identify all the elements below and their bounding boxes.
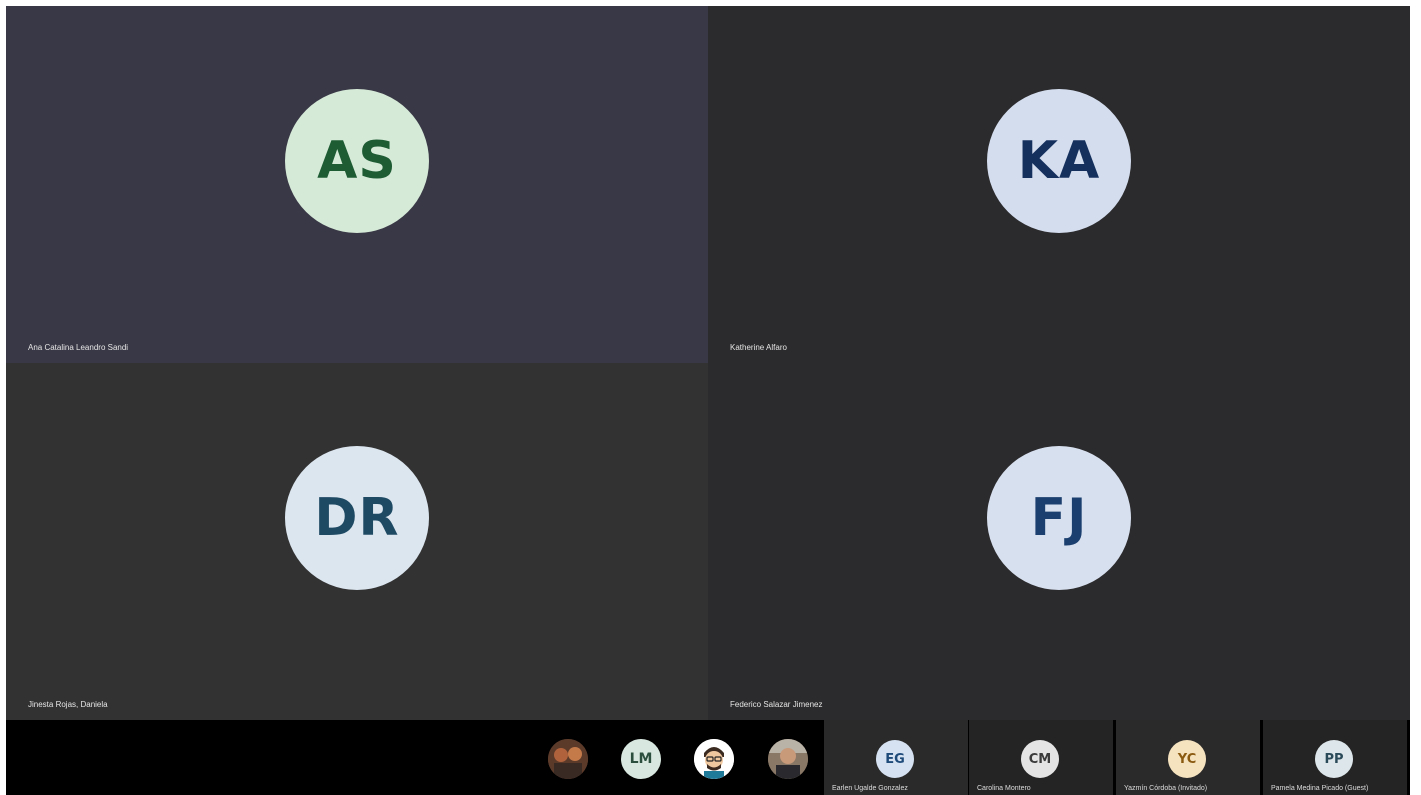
avatar: PP [1315,740,1353,778]
participant-tile-3[interactable]: DR Jinesta Rojas, Daniela [6,363,708,720]
participant-name: Ana Catalina Leandro Sandi [28,343,129,352]
participant-name: Jinesta Rojas, Daniela [28,700,108,709]
avatar: AS [285,88,429,233]
avatar: KA [987,88,1131,233]
participant-name: Yazmín Córdoba (Invitado) [1124,785,1208,792]
participant-name: Earlen Ugalde Gonzalez [832,785,908,792]
participant-strip: LM EG Earlen Ugalde Gonzalez CM Carolina… [6,720,1410,795]
avatar: EG [876,740,914,778]
participant-tile-4[interactable]: FJ Federico Salazar Jimenez [708,363,1410,720]
avatar[interactable]: LM [621,739,661,779]
meeting-window: AS Ana Catalina Leandro Sandi KA Katheri… [0,0,1421,795]
participant-photo-icon[interactable] [768,739,808,779]
video-grid: AS Ana Catalina Leandro Sandi KA Katheri… [6,6,1410,720]
participant-tile-small[interactable]: PP Pamela Medina Picado (Guest) [1263,720,1407,795]
participant-cartoon-avatar-icon[interactable] [694,739,734,779]
participant-tile-small[interactable]: YC Yazmín Córdoba (Invitado) [1116,720,1260,795]
participant-name: Katherine Alfaro [730,343,787,352]
participant-tile-2[interactable]: KA Katherine Alfaro [708,6,1410,363]
avatar: DR [285,445,429,590]
participant-name: Carolina Montero [977,785,1031,792]
avatar: YC [1168,740,1206,778]
participant-tile-1[interactable]: AS Ana Catalina Leandro Sandi [6,6,708,363]
participant-name: Federico Salazar Jimenez [730,700,823,709]
avatar: FJ [987,445,1131,590]
avatar: CM [1021,740,1059,778]
participant-name: Pamela Medina Picado (Guest) [1271,785,1369,792]
participant-photo-icon[interactable] [548,739,588,779]
participant-tile-small[interactable]: CM Carolina Montero [969,720,1113,795]
participant-tile-small[interactable]: EG Earlen Ugalde Gonzalez [824,720,968,795]
